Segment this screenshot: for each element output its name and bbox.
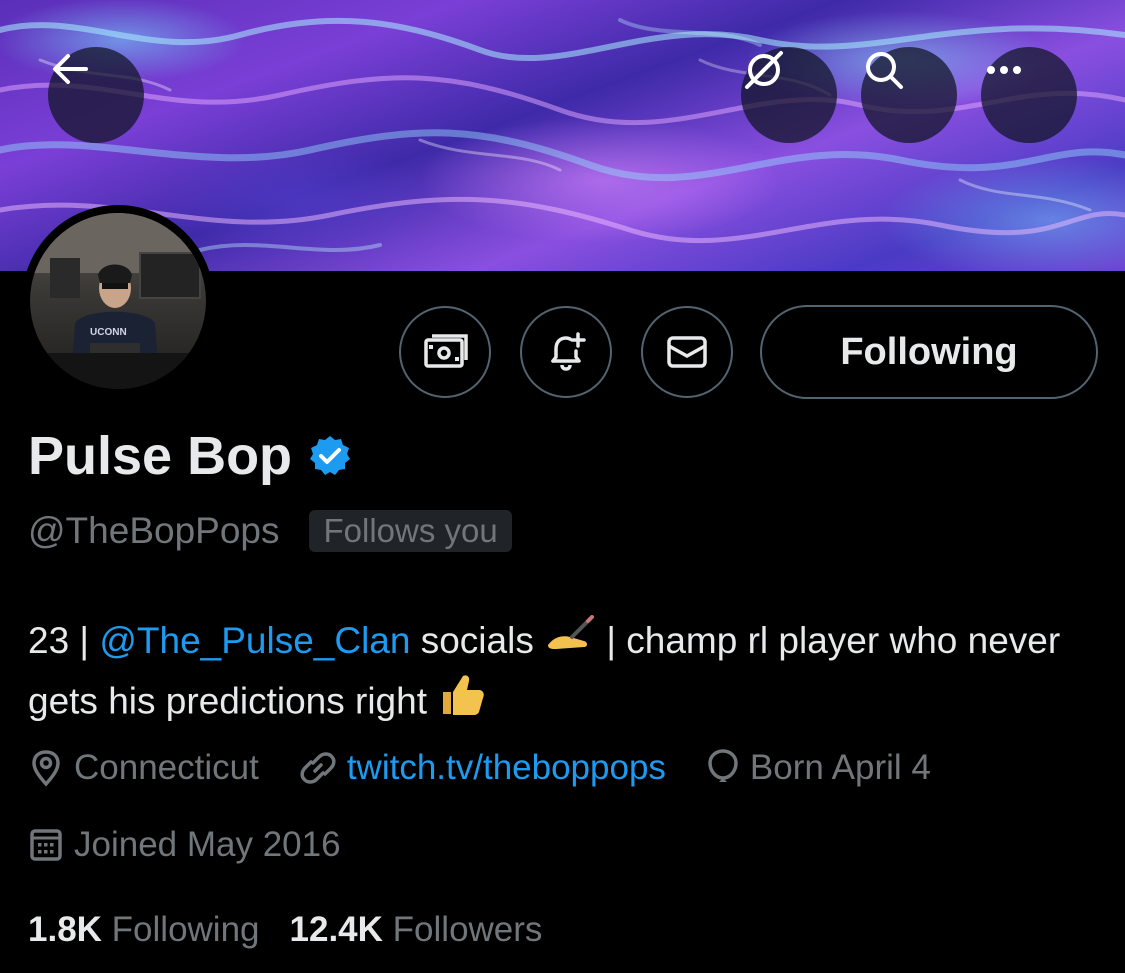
following-label: Following	[111, 910, 260, 949]
money-icon	[424, 334, 468, 368]
svg-text:UCONN: UCONN	[90, 327, 127, 338]
balloon-icon	[708, 749, 738, 782]
followers-label: Followers	[392, 910, 543, 949]
website-link[interactable]: twitch.tv/theboppops	[347, 748, 666, 788]
bio-mention-link[interactable]: @The_Pulse_Clan	[99, 620, 410, 661]
message-button[interactable]	[641, 306, 733, 398]
avatar[interactable]: UCONN	[22, 205, 214, 397]
following-button[interactable]: Following	[760, 305, 1098, 399]
search-button[interactable]	[861, 47, 957, 143]
followers-count: 12.4K	[289, 910, 383, 949]
following-count: 1.8K	[28, 910, 102, 949]
display-name: Pulse Bop	[28, 426, 293, 486]
verified-badge-icon[interactable]	[308, 434, 352, 478]
search-icon	[866, 52, 903, 89]
more-dots-icon	[987, 66, 1021, 74]
envelope-icon	[667, 336, 707, 368]
avatar-photo: UCONN	[30, 213, 206, 389]
notifications-button[interactable]	[520, 306, 612, 398]
avatar-scene: UCONN	[30, 213, 206, 389]
following-stat[interactable]: 1.8K Following	[28, 910, 260, 950]
arrow-left-icon	[53, 54, 88, 84]
bio-prefix: 23 |	[28, 620, 100, 661]
more-options-button[interactable]	[981, 47, 1077, 143]
bio-middle: socials	[410, 620, 545, 661]
grok-icon	[745, 51, 783, 89]
grok-button[interactable]	[741, 47, 837, 143]
birthday-text: Born April 4	[749, 748, 931, 787]
location-text: Connecticut	[74, 748, 259, 787]
profile-meta-row-2: Joined May 2016	[28, 825, 381, 865]
profile-meta-row: Connecticut twitch.tv/theboppops Born Ap…	[28, 748, 971, 788]
location-item: Connecticut	[28, 748, 259, 788]
joined-text: Joined May 2016	[74, 825, 341, 864]
follow-stats: 1.8K Following 12.4K Followers	[28, 910, 542, 950]
handle-row: @TheBopPops Follows you	[28, 510, 512, 552]
birthday-item: Born April 4	[706, 748, 931, 788]
followers-stat[interactable]: 12.4K Followers	[290, 910, 543, 950]
display-name-row: Pulse Bop	[28, 425, 352, 487]
calendar-icon	[30, 829, 62, 861]
follows-you-badge: Follows you	[309, 510, 512, 552]
subscribe-button[interactable]	[399, 306, 491, 398]
link-icon	[300, 752, 336, 784]
website-item[interactable]: twitch.tv/theboppops	[299, 748, 666, 788]
bio: 23 | @The_Pulse_Clan socials | champ rl …	[28, 612, 1098, 735]
back-button[interactable]	[48, 47, 144, 143]
location-pin-icon	[32, 750, 60, 787]
joined-item: Joined May 2016	[28, 825, 341, 865]
writing-hand-emoji-icon	[544, 614, 596, 672]
thumbs-up-emoji-icon	[437, 672, 487, 735]
bell-plus-icon	[551, 332, 586, 371]
handle: @TheBopPops	[28, 510, 280, 551]
